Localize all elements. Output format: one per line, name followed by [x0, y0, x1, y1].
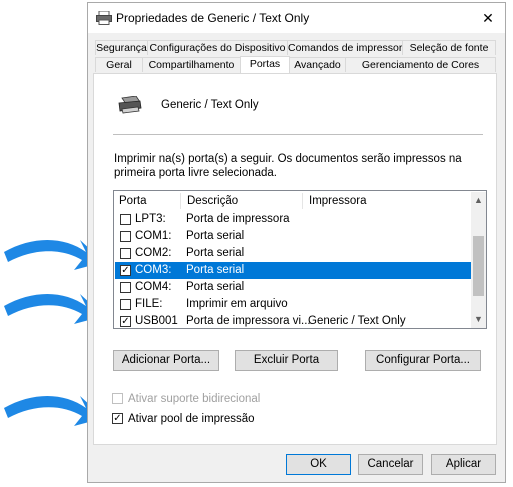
tab-geral[interactable]: Geral	[95, 57, 143, 72]
scroll-up-icon[interactable]: ▲	[471, 192, 486, 209]
column-divider[interactable]	[180, 193, 181, 209]
port-port-cell: LPT3:	[135, 213, 166, 225]
close-button[interactable]: ✕	[471, 3, 505, 33]
printer-name: Generic / Text Only	[161, 99, 259, 111]
ports-list-scrollbar[interactable]: ▲ ▼	[471, 192, 486, 328]
port-port-cell: COM4:	[135, 281, 172, 293]
port-desc-cell: Porta serial	[186, 264, 245, 276]
delete-port-label: Excluir Porta	[253, 354, 320, 366]
ports-list[interactable]: Porta Descrição Impressora LPT3: Porta de…	[113, 190, 487, 329]
tab-seguranca[interactable]: Segurança	[95, 40, 148, 55]
column-header-description[interactable]: Descrição	[187, 191, 238, 211]
port-port-cell: COM2:	[135, 247, 172, 259]
port-port-cell: FILE:	[135, 298, 163, 310]
configure-port-button[interactable]: Configurar Porta...	[365, 350, 481, 371]
cancel-label: Cancelar	[367, 458, 414, 470]
port-desc-cell: Porta serial	[186, 281, 245, 293]
port-row[interactable]: COM2: Porta serial	[115, 245, 472, 262]
window-title: Propriedades de Generic / Text Only	[116, 11, 310, 25]
port-checkbox[interactable]	[120, 248, 131, 259]
tab-selecao-fonte[interactable]: Seleção de fonte	[402, 40, 496, 55]
tab-avancado[interactable]: Avançado	[289, 57, 346, 72]
configure-port-label: Configurar Porta...	[376, 354, 470, 366]
port-checkbox[interactable]	[120, 282, 131, 293]
ports-description: Imprimir na(s) porta(s) a seguir. Os doc…	[114, 153, 462, 179]
pool-checkbox[interactable]: ✓	[112, 413, 123, 424]
tab-gerenciamento-cores[interactable]: Gerenciamento de Cores	[345, 57, 496, 72]
delete-port-button[interactable]: Excluir Porta	[235, 350, 338, 371]
port-desc-cell: Porta serial	[186, 247, 245, 259]
port-row[interactable]: LPT3: Porta de impressora	[115, 211, 472, 228]
tab-portas[interactable]: Portas	[240, 56, 290, 73]
add-port-button[interactable]: Adicionar Porta...	[113, 350, 219, 371]
apply-button[interactable]: Aplicar	[431, 454, 496, 475]
ok-button[interactable]: OK	[286, 454, 351, 475]
port-checkbox[interactable]	[120, 214, 131, 225]
add-port-label: Adicionar Porta...	[121, 354, 211, 366]
port-row[interactable]: COM4: Porta serial	[115, 279, 472, 296]
port-port-cell: COM1:	[135, 230, 172, 242]
port-printer-cell: Generic / Text Only	[308, 315, 406, 327]
port-checkbox[interactable]: ✓	[120, 316, 131, 327]
ports-tab-panel: Generic / Text Only Imprimir na(s) porta…	[93, 73, 497, 445]
port-desc-cell: Porta de impressora vi...	[186, 315, 311, 327]
port-checkbox[interactable]: ✓	[120, 265, 131, 276]
port-row[interactable]: FILE: Imprimir em arquivo	[115, 296, 472, 313]
pool-label: Ativar pool de impressão	[128, 413, 255, 425]
tab-comandos-impressora[interactable]: Comandos de impressora	[287, 40, 408, 55]
column-divider[interactable]	[302, 193, 303, 209]
port-row[interactable]: ✓ COM3: Porta serial	[115, 262, 472, 279]
scroll-down-icon[interactable]: ▼	[471, 311, 486, 328]
printer-icon	[118, 96, 142, 114]
scroll-thumb[interactable]	[473, 236, 484, 296]
bidirectional-checkbox[interactable]	[112, 393, 123, 404]
ok-label: OK	[310, 458, 327, 470]
apply-label: Aplicar	[445, 458, 482, 470]
bidirectional-label: Ativar suporte bidirecional	[128, 393, 261, 405]
title-bar: Propriedades de Generic / Text Only ✕	[88, 3, 505, 33]
port-row[interactable]: COM1: Porta serial	[115, 228, 472, 245]
column-header-printer[interactable]: Impressora	[309, 191, 367, 211]
tab-configuracoes-dispositivo[interactable]: Configurações do Dispositivo	[147, 40, 288, 55]
port-desc-cell: Porta de impressora	[186, 213, 290, 225]
port-checkbox[interactable]	[120, 231, 131, 242]
port-desc-cell: Imprimir em arquivo	[186, 298, 288, 310]
printer-properties-dialog: Propriedades de Generic / Text Only ✕ Se…	[87, 2, 506, 483]
port-checkbox[interactable]	[120, 299, 131, 310]
port-port-cell: USB001	[135, 315, 178, 327]
cancel-button[interactable]: Cancelar	[358, 454, 423, 475]
divider	[113, 134, 483, 135]
port-desc-cell: Porta serial	[186, 230, 245, 242]
tab-compartilhamento[interactable]: Compartilhamento	[142, 57, 241, 72]
column-header-port[interactable]: Porta	[119, 191, 147, 211]
port-port-cell: COM3:	[135, 264, 172, 276]
printer-icon	[96, 11, 112, 25]
port-row[interactable]: ✓ USB001 Porta de impressora vi... Generic …	[115, 313, 472, 330]
